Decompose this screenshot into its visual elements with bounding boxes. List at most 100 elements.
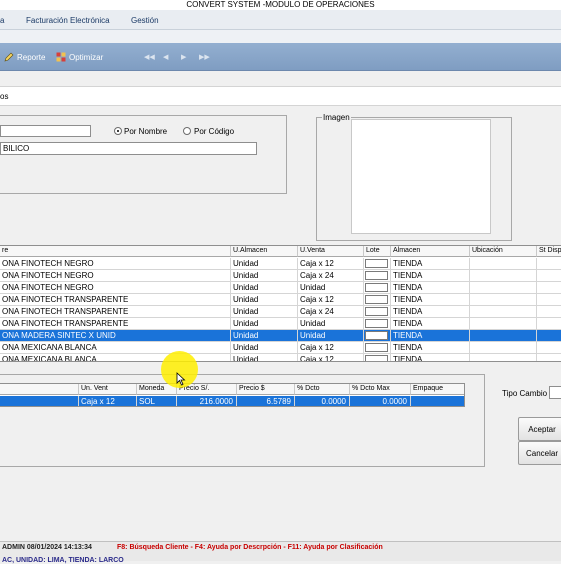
menu-item-facturacion[interactable]: Facturación Electrónica	[26, 16, 110, 25]
st-cell	[537, 270, 561, 282]
precio_sol-cell: 216.0000	[177, 396, 237, 406]
u_almacen-cell: Unidad	[231, 294, 298, 306]
products-col-header[interactable]: Lote	[364, 246, 391, 257]
nombre-cell: ONA FINOTECH TRANSPARENTE	[0, 294, 231, 306]
products-col-header[interactable]: Ubicación	[470, 246, 537, 257]
lote-input[interactable]	[365, 355, 388, 361]
menu-item-gestion[interactable]: Gestión	[131, 16, 159, 25]
u_venta-cell: Caja x 12	[298, 354, 364, 361]
products-col-header[interactable]: re	[0, 246, 231, 257]
nombre-cell: ONA FINOTECH NEGRO	[0, 282, 231, 294]
menu-gap	[0, 30, 561, 43]
st-cell	[537, 294, 561, 306]
lote-input[interactable]	[365, 259, 388, 268]
status-user-datetime: ADMIN 08/01/2024 14:13:34	[2, 544, 92, 551]
radio-por-codigo[interactable]	[183, 127, 191, 135]
dcto-cell: 0.0000	[295, 396, 350, 406]
optimizar-label: Optimizar	[69, 52, 104, 62]
status-help-keys: F8: Búsqueda Cliente - F4: Ayuda por Des…	[117, 544, 383, 551]
u_venta-cell: Caja x 12	[298, 342, 364, 354]
u_venta-cell: Caja x 24	[298, 270, 364, 282]
ubicacion-cell	[470, 282, 537, 294]
st-cell	[537, 318, 561, 330]
ubicacion-cell	[470, 270, 537, 282]
u_venta-cell: Unidad	[298, 330, 364, 342]
pencil-icon	[4, 52, 14, 62]
almacen-cell: TIENDA	[391, 318, 470, 330]
st-cell	[537, 342, 561, 354]
almacen-cell: TIENDA	[391, 306, 470, 318]
nombre-cell: ONA MEXICANA BLANCA	[0, 354, 231, 361]
lote-cell	[364, 330, 391, 342]
lote-input[interactable]	[365, 283, 388, 292]
optimizar-button[interactable]: Optimizar	[56, 52, 103, 62]
almacen-cell: TIENDA	[391, 294, 470, 306]
search-text-input[interactable]: BILICO	[0, 142, 257, 155]
lote-input[interactable]	[365, 343, 388, 352]
almacen-cell: TIENDA	[391, 354, 470, 361]
menu-item-partial[interactable]: a	[0, 16, 4, 25]
lote-cell	[364, 258, 391, 270]
products-col-header[interactable]: St Disp	[537, 246, 561, 257]
products-col-header[interactable]: U.Almacen	[231, 246, 298, 257]
products-col-header[interactable]: Almacen	[391, 246, 470, 257]
mouse-pointer-icon	[176, 372, 186, 386]
lote-input[interactable]	[365, 319, 388, 328]
u_almacen-cell: Unidad	[231, 306, 298, 318]
cancelar-button[interactable]: Cancelar	[518, 441, 561, 465]
price-col-header[interactable]: % Dcto Max	[350, 384, 411, 395]
almacen-cell: TIENDA	[391, 282, 470, 294]
prev-record-icon[interactable]: ◀	[163, 54, 171, 61]
almacen-cell: TIENDA	[391, 342, 470, 354]
price-table: Un. Vent Moneda Precio S/. Precio $% Dcto% …	[0, 383, 465, 407]
price-col-header[interactable]: % Dcto	[295, 384, 350, 395]
u_venta-cell: Caja x 12	[298, 294, 364, 306]
image-group-label: Imagen	[322, 113, 351, 122]
un_vent-cell: Caja x 12	[79, 396, 137, 406]
u_venta-cell: Unidad	[298, 282, 364, 294]
next-record-icon[interactable]: ▶	[181, 54, 189, 61]
u_almacen-cell: Unidad	[231, 342, 298, 354]
nombre-cell: ONA MADERA SINTEC X UNID	[0, 330, 231, 342]
price-col-header[interactable]: Un. Vent	[79, 384, 137, 395]
price-col-header[interactable]: Empaque	[411, 384, 464, 395]
u_almacen-cell: Unidad	[231, 318, 298, 330]
nombre-cell: ONA FINOTECH TRANSPARENTE	[0, 306, 231, 318]
last-record-icon[interactable]: ▶▶	[199, 54, 210, 61]
tipo-cambio-input[interactable]	[549, 386, 561, 399]
moneda-cell: SOL	[137, 396, 177, 406]
price-col-header[interactable]: Precio $	[237, 384, 295, 395]
ubicacion-cell	[470, 330, 537, 342]
lote-input[interactable]	[365, 331, 388, 340]
ubicacion-cell	[470, 342, 537, 354]
empaque-cell	[411, 396, 464, 406]
lote-input[interactable]	[365, 295, 388, 304]
aceptar-button[interactable]: Aceptar	[518, 417, 561, 441]
code-input[interactable]	[0, 125, 91, 137]
lote-cell	[364, 342, 391, 354]
reporte-label: Reporte	[17, 52, 46, 62]
radio-por-nombre[interactable]	[114, 127, 122, 135]
optimize-icon	[56, 52, 66, 62]
tab-label[interactable]: os	[0, 92, 8, 101]
almacen-cell: TIENDA	[391, 258, 470, 270]
ubicacion-cell	[470, 354, 537, 361]
st-cell	[537, 306, 561, 318]
ubicacion-cell	[470, 306, 537, 318]
first-record-icon[interactable]: ◀◀	[144, 54, 155, 61]
dcto_max-cell: 0.0000	[350, 396, 411, 406]
tab-strip: os	[0, 86, 561, 106]
st-cell	[537, 330, 561, 342]
reporte-button[interactable]: Reporte	[4, 52, 45, 62]
lote-input[interactable]	[365, 307, 388, 316]
lote-input[interactable]	[365, 271, 388, 280]
window-title: CONVERT SYSTEM -MODULO DE OPERACIONES	[0, 0, 561, 10]
u_almacen-cell: Unidad	[231, 258, 298, 270]
lote-cell	[364, 294, 391, 306]
price-col-header[interactable]	[0, 384, 79, 395]
u_venta-cell: Unidad	[298, 318, 364, 330]
products-col-header[interactable]: U.Venta	[298, 246, 364, 257]
product-image	[351, 119, 491, 234]
lote-cell	[364, 282, 391, 294]
products-table: re U.Almacen U.Venta Lote Almacen Ubicación St…	[0, 245, 561, 362]
